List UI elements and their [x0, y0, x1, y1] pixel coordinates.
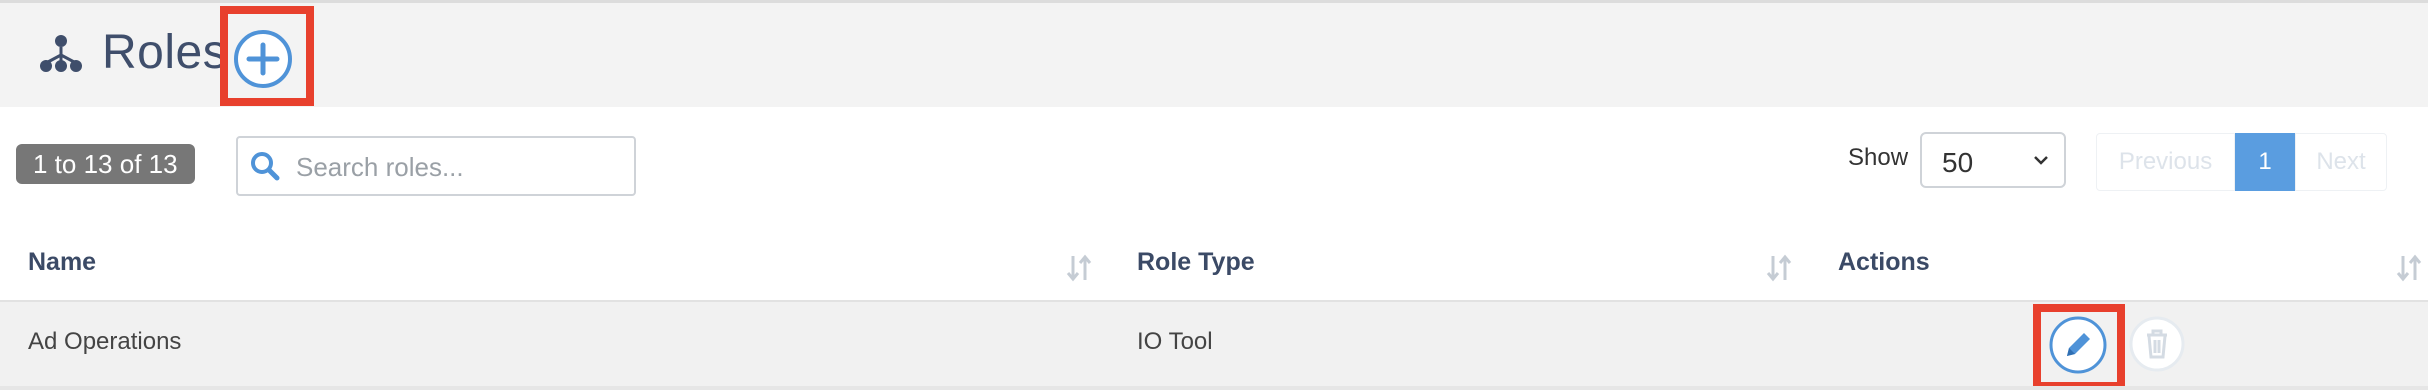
chevron-down-icon	[2034, 156, 2048, 165]
edit-role-button[interactable]	[2048, 315, 2108, 375]
page-title: Roles	[102, 26, 228, 79]
next-page-button[interactable]: Next	[2295, 133, 2387, 191]
search-box[interactable]	[236, 136, 636, 196]
bottom-divider	[0, 386, 2428, 390]
delete-role-button[interactable]	[2128, 315, 2186, 373]
search-icon	[251, 152, 280, 181]
role-name-cell: Ad Operations	[28, 328, 182, 355]
previous-page-button[interactable]: Previous	[2096, 133, 2235, 191]
column-header-role-type[interactable]: Role Type	[1137, 248, 1255, 277]
sort-icon[interactable]	[1766, 254, 1792, 282]
record-count-badge: 1 to 13 of 13	[16, 144, 195, 184]
sort-icon[interactable]	[1066, 254, 1092, 282]
role-type-cell: IO Tool	[1137, 328, 1213, 355]
search-input[interactable]	[294, 138, 628, 196]
org-tree-icon	[40, 35, 82, 72]
show-label: Show	[1848, 144, 1909, 171]
add-role-button[interactable]	[233, 29, 293, 89]
column-header-name[interactable]: Name	[28, 248, 96, 277]
page-1-button[interactable]: 1	[2235, 133, 2295, 191]
pagination: Previous 1 Next	[2096, 133, 2387, 191]
sort-icon[interactable]	[2396, 254, 2422, 282]
page-size-select[interactable]: 50	[1920, 132, 2066, 188]
column-header-actions: Actions	[1838, 248, 1930, 276]
page-header: Roles	[0, 3, 2428, 107]
page-size-value: 50	[1942, 147, 1974, 178]
